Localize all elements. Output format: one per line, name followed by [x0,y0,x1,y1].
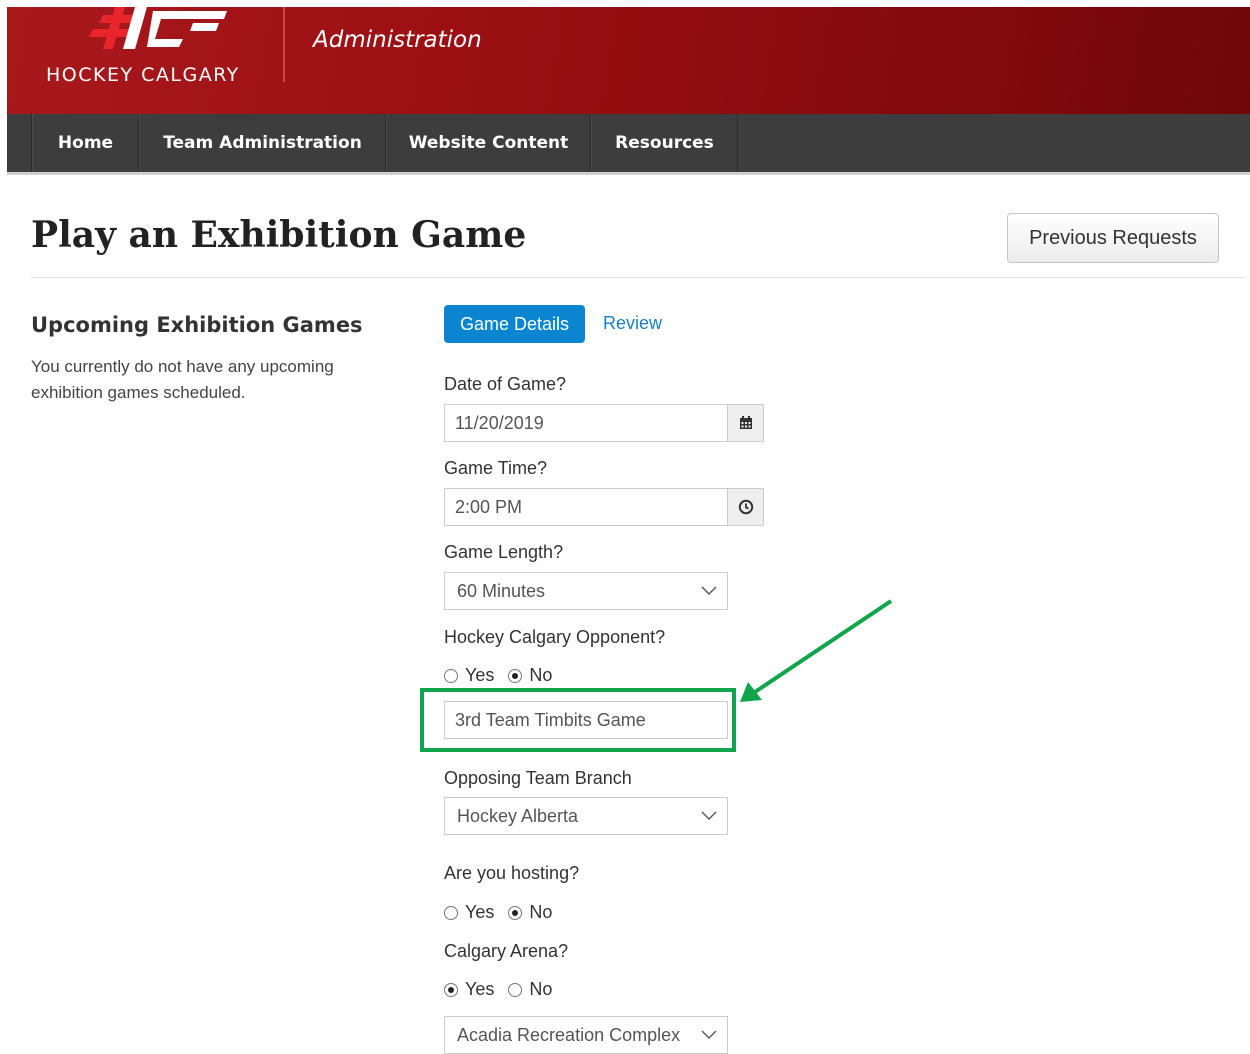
hosting-no-radio[interactable] [508,905,523,920]
title-divider [31,277,1245,278]
branch-select[interactable]: Hockey Alberta [444,797,728,835]
chevron-down-icon [701,1030,717,1039]
highlight-box [420,688,736,752]
hc-opponent-radio-group: Yes No [444,665,566,686]
calgary-arena-radio-group: Yes No [444,979,566,1000]
date-value: 11/20/2019 [455,412,544,433]
length-label: Game Length? [444,542,564,562]
arena-select[interactable]: Acadia Recreation Complex [444,1016,728,1054]
hc-opponent-yes-label: Yes [465,665,495,685]
calgary-arena-yes-radio[interactable] [444,982,458,997]
time-value: 2:00 PM [455,496,523,517]
hosting-label: Are you hosting? [444,863,580,883]
nav-item-team-administration[interactable]: Team Administration [139,114,386,172]
upcoming-games-heading: Upcoming Exhibition Games [31,313,363,337]
calgary-arena-no-radio[interactable] [508,982,523,997]
annotation-arrow-icon [740,599,893,702]
clock-button[interactable] [727,488,764,526]
nav-item-resources[interactable]: Resources [591,114,738,172]
calgary-arena-yes-label: Yes [465,979,495,999]
time-label: Game Time? [444,458,548,478]
branch-label: Opposing Team Branch [444,768,632,788]
nav-item-website-content[interactable]: Website Content [386,114,591,172]
chevron-down-icon [701,811,717,820]
hc-opponent-yes-radio[interactable] [444,668,458,683]
clock-icon [738,499,753,515]
game-length-select[interactable]: 60 Minutes [444,572,728,610]
branch-value: Hockey Alberta [457,805,579,826]
date-input[interactable]: 11/20/2019 [444,404,728,442]
header-divider [283,7,285,82]
hc-opponent-no-label: No [529,665,553,685]
calendar-icon [739,416,752,429]
chevron-down-icon [701,586,717,595]
date-label: Date of Game? [444,374,567,394]
logo-text: HOCKEY CALGARY [46,64,240,86]
hosting-no-label: No [529,902,553,922]
header-title: Administration [313,27,482,53]
hockey-calgary-logo[interactable] [89,7,229,53]
calendar-button[interactable] [727,404,764,442]
hc-opponent-no-radio[interactable] [508,668,523,683]
time-input[interactable]: 2:00 PM [444,488,728,526]
hc-opponent-label: Hockey Calgary Opponent? [444,627,666,647]
upcoming-games-message: You currently do not have any upcoming e… [31,357,334,402]
tab-review[interactable]: Review [603,313,662,334]
calgary-arena-no-label: No [529,979,553,999]
hosting-yes-radio[interactable] [444,905,458,920]
arena-value: Acadia Recreation Complex [457,1024,681,1045]
nav-item-home[interactable]: Home [32,114,139,172]
page-title: Play an Exhibition Game [31,214,527,256]
nav-spacer [7,114,32,172]
hosting-radio-group: Yes No [444,902,566,923]
game-length-value: 60 Minutes [457,580,546,601]
main-nav: Home Team Administration Website Content… [7,114,1250,175]
site-header: HOCKEY CALGARY Administration [7,7,1250,114]
hosting-yes-label: Yes [465,902,495,922]
tab-game-details[interactable]: Game Details [444,305,585,343]
previous-requests-button[interactable]: Previous Requests [1007,213,1219,263]
calgary-arena-label: Calgary Arena? [444,941,569,961]
